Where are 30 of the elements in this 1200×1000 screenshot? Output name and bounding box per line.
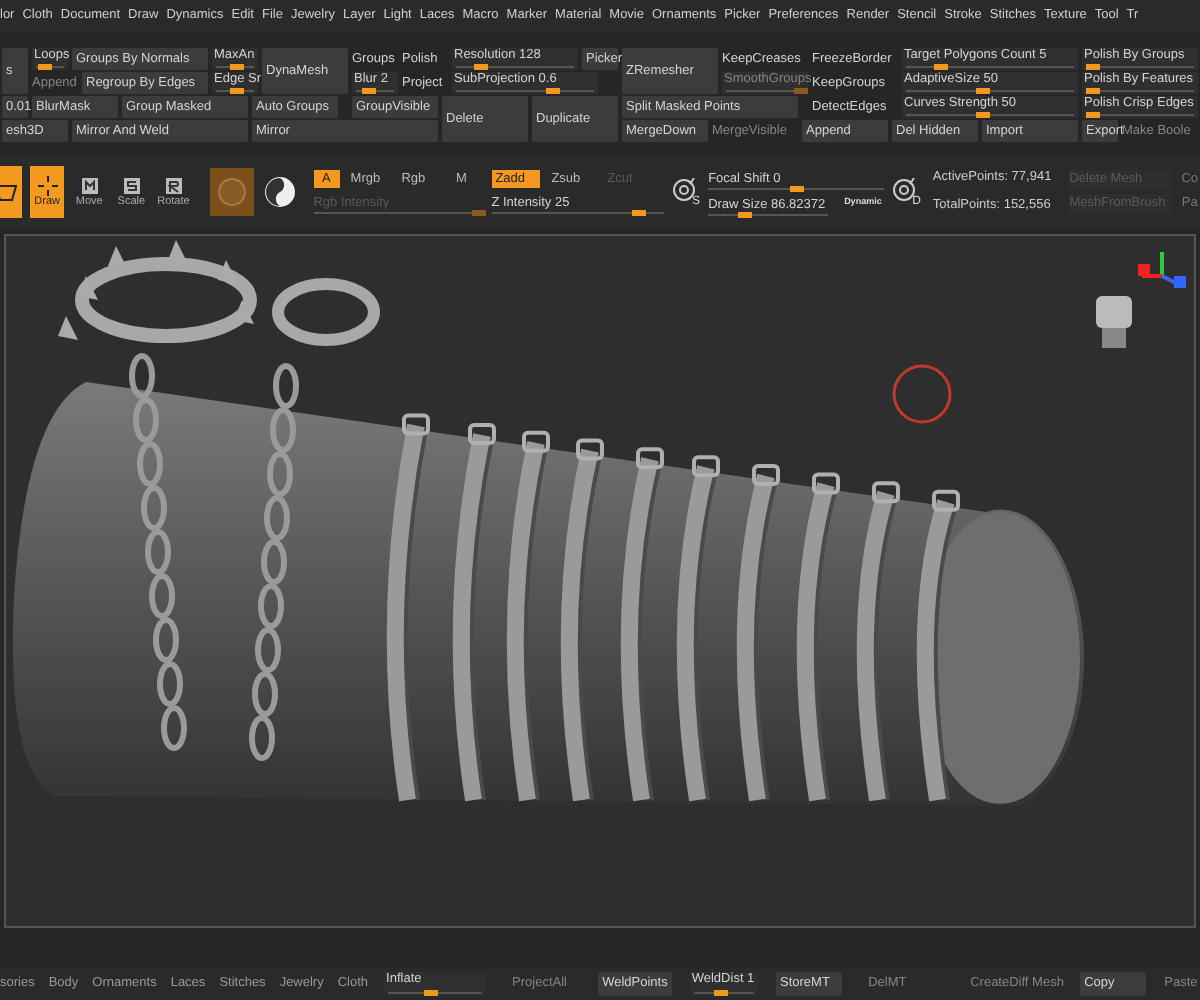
- edit-icon: [0, 182, 18, 202]
- slider-thumb[interactable]: [229, 64, 243, 70]
- axis-gizmo-icon[interactable]: [1138, 252, 1186, 288]
- slider-thumb[interactable]: [424, 990, 439, 996]
- target-icon[interactable]: [892, 178, 917, 202]
- slider-thumb[interactable]: [473, 64, 488, 70]
- slider-thumb[interactable]: [1085, 64, 1100, 70]
- slider-thumb[interactable]: [975, 112, 990, 118]
- slider-thumb[interactable]: [361, 88, 376, 94]
- slider-thumb[interactable]: [1085, 112, 1100, 118]
- crosshair-icon: [35, 175, 60, 195]
- viewport[interactable]: [4, 234, 1196, 928]
- slider-thumb[interactable]: [933, 64, 948, 70]
- target-icon[interactable]: [671, 178, 696, 202]
- slider-thumb[interactable]: [38, 64, 53, 70]
- brush-cursor-icon: [892, 364, 952, 424]
- slider-thumb[interactable]: [546, 88, 561, 94]
- scale-icon: [119, 175, 144, 195]
- slider-thumb[interactable]: [631, 210, 646, 216]
- slider-thumb[interactable]: [738, 211, 753, 217]
- rotate-icon: [161, 175, 186, 195]
- slider-thumb[interactable]: [229, 88, 243, 94]
- slider-thumb[interactable]: [714, 990, 729, 996]
- sphere-icon: [263, 176, 296, 208]
- slider-thumb[interactable]: [790, 185, 805, 191]
- head-figure-icon[interactable]: [1096, 296, 1132, 348]
- slider-thumb[interactable]: [1085, 88, 1100, 94]
- sphere-icon: [218, 178, 246, 206]
- move-icon: [77, 175, 102, 195]
- slider-thumb[interactable]: [975, 88, 990, 94]
